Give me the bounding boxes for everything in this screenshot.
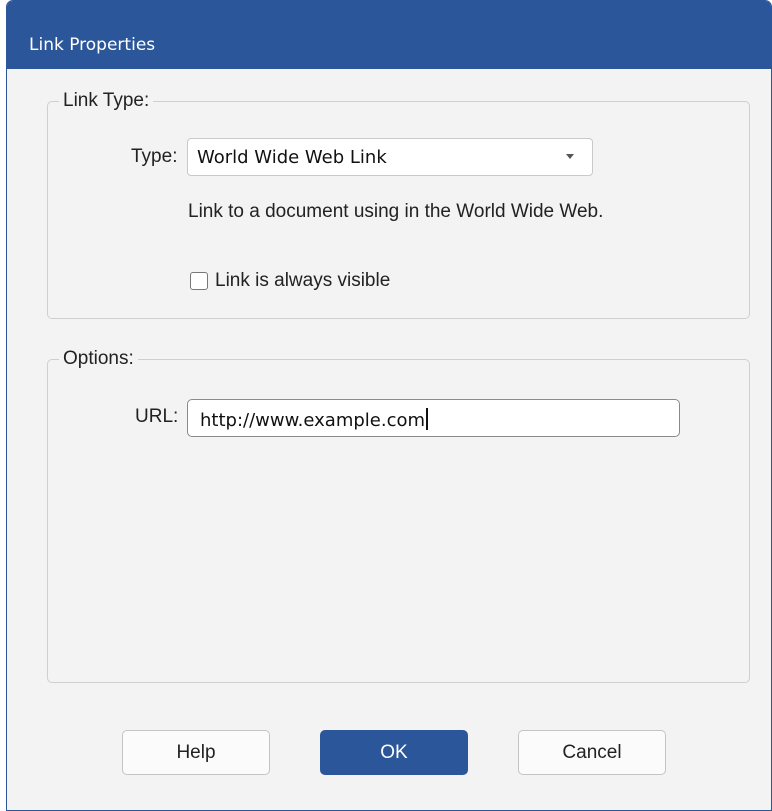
link-type-select-value: World Wide Web Link bbox=[197, 147, 387, 168]
help-button-label: Help bbox=[176, 741, 216, 763]
link-properties-dialog: Link Properties Link Type: Type: World W… bbox=[6, 0, 772, 811]
url-input-text: http://www.example.com bbox=[200, 410, 426, 431]
chevron-down-icon bbox=[566, 154, 574, 159]
link-type-description: Link to a document using in the World Wi… bbox=[188, 201, 604, 222]
link-type-select[interactable]: World Wide Web Link bbox=[187, 138, 593, 176]
link-type-group-label: Link Type: bbox=[59, 90, 154, 112]
title-bar[interactable]: Link Properties bbox=[7, 1, 771, 69]
help-button[interactable]: Help bbox=[122, 730, 270, 775]
url-input[interactable]: http://www.example.com bbox=[187, 399, 680, 437]
ok-button[interactable]: OK bbox=[320, 730, 468, 775]
ok-button-label: OK bbox=[380, 741, 408, 763]
url-label: URL: bbox=[135, 406, 179, 427]
url-input-value: http://www.example.com bbox=[200, 408, 429, 431]
dialog-title: Link Properties bbox=[29, 35, 156, 55]
link-always-visible-label[interactable]: Link is always visible bbox=[215, 270, 390, 292]
text-cursor bbox=[426, 408, 429, 430]
cancel-button[interactable]: Cancel bbox=[518, 730, 666, 775]
options-group-label: Options: bbox=[59, 348, 138, 370]
link-always-visible-checkbox[interactable] bbox=[190, 272, 208, 290]
type-label: Type: bbox=[131, 146, 178, 167]
cancel-button-label: Cancel bbox=[562, 741, 622, 763]
